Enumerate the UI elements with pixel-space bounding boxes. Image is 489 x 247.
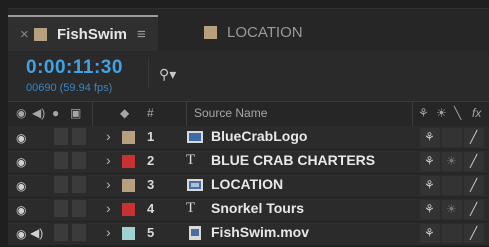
visibility-icon[interactable]: ◉ [16, 131, 26, 145]
label-column-icon[interactable]: ◆ [120, 106, 129, 120]
label-color-swatch[interactable] [122, 131, 135, 144]
eye-column-icon[interactable]: ◉ [16, 106, 26, 120]
composition-layer-icon [186, 176, 204, 194]
speaker-column-icon[interactable]: ◀) [32, 106, 45, 120]
chevron-right-icon[interactable]: › [106, 200, 111, 216]
shy-switch[interactable]: ⚘ [420, 224, 440, 243]
quality-switch[interactable]: ╱ [464, 152, 484, 171]
close-icon[interactable]: × [20, 26, 34, 43]
solo-toggle[interactable] [54, 176, 68, 193]
collapse-switch[interactable] [442, 128, 462, 147]
visibility-icon[interactable]: ◉ [16, 179, 26, 193]
visibility-icon[interactable]: ◉ [16, 227, 26, 241]
collapse-switch[interactable] [442, 224, 462, 243]
tab-location[interactable]: LOCATION [204, 17, 303, 47]
solo-toggle[interactable] [54, 224, 68, 241]
layer-column-headers: ◉ ◀) ● ▣ ◆ # Source Name ⚘ ☀ ╲ fx [8, 101, 489, 127]
quality-switch[interactable]: ╱ [464, 128, 484, 147]
shy-switch[interactable]: ⚘ [420, 128, 440, 147]
tab-title: FishSwim [57, 25, 128, 43]
tab-bar: × FishSwim ≡ LOCATION [8, 9, 489, 51]
source-name-column-header[interactable]: Source Name [194, 106, 267, 120]
solo-toggle[interactable] [54, 128, 68, 145]
frame-count-display: 00690 (59.94 fps) [26, 82, 113, 94]
current-time-display[interactable]: 0:00:11:30 [26, 57, 123, 79]
number-column-header[interactable]: # [147, 106, 154, 120]
panel-menu-icon[interactable]: ≡ [137, 26, 146, 43]
tab-title: LOCATION [227, 23, 303, 41]
layer-name[interactable]: BlueCrabLogo [211, 128, 307, 144]
visibility-icon[interactable]: ◉ [16, 155, 26, 169]
collapse-switch[interactable] [442, 176, 462, 195]
audio-icon[interactable]: ◀) [30, 226, 43, 240]
column-divider [92, 102, 93, 126]
lock-toggle[interactable] [72, 224, 86, 241]
window-frame: × FishSwim ≡ LOCATION 0:00:11:30 00690 (… [0, 0, 489, 246]
layer-number: 5 [147, 225, 155, 240]
timecode-row: 0:00:11:30 00690 (59.94 fps) ⚲▾ [8, 51, 489, 101]
lock-toggle[interactable] [72, 128, 86, 145]
label-color-swatch[interactable] [122, 179, 135, 192]
quality-column-icon[interactable]: ╲ [454, 106, 461, 120]
layer-name[interactable]: BLUE CRAB CHARTERS [211, 152, 375, 168]
visibility-icon[interactable]: ◉ [16, 203, 26, 217]
effects-column-icon[interactable]: fx [472, 106, 481, 120]
layer-number: 1 [147, 129, 155, 144]
search-input[interactable]: ⚲▾ [148, 59, 487, 89]
layer-name[interactable]: FishSwim.mov [211, 224, 309, 240]
shy-column-icon[interactable]: ⚘ [418, 106, 429, 120]
shy-switch[interactable]: ⚘ [420, 200, 440, 219]
search-icon: ⚲▾ [159, 66, 177, 82]
solo-toggle[interactable] [54, 152, 68, 169]
text-layer-icon: T [186, 152, 196, 168]
label-color-swatch[interactable] [122, 227, 135, 240]
lock-toggle[interactable] [72, 200, 86, 217]
tab-fishswim[interactable]: × FishSwim ≡ [8, 15, 158, 51]
tab-color-swatch [204, 25, 217, 39]
quality-switch[interactable]: ╱ [464, 224, 484, 243]
layer-row[interactable]: ◉ › 2 T BLUE CRAB CHARTERS ⚘ ☀ ╱ [8, 150, 489, 174]
solo-toggle[interactable] [54, 200, 68, 217]
label-color-swatch[interactable] [122, 203, 135, 216]
lock-toggle[interactable] [72, 152, 86, 169]
chevron-right-icon[interactable]: › [106, 152, 111, 168]
layer-number: 3 [147, 177, 155, 192]
footage-layer-icon [186, 224, 204, 242]
solo-column-icon[interactable]: ● [52, 106, 59, 120]
timeline-panel: × FishSwim ≡ LOCATION 0:00:11:30 00690 (… [8, 8, 489, 246]
column-divider [186, 102, 187, 126]
label-color-swatch[interactable] [122, 155, 135, 168]
column-divider [412, 102, 413, 126]
layer-name[interactable]: LOCATION [211, 176, 283, 192]
layer-row[interactable]: ◉ ◀) › 5 FishSwim.mov ⚘ ╱ [8, 222, 489, 246]
image-layer-icon [186, 128, 204, 146]
layer-number: 4 [147, 201, 155, 216]
collapse-switch[interactable]: ☀ [442, 152, 462, 171]
text-layer-icon: T [186, 200, 196, 216]
layer-name[interactable]: Snorkel Tours [211, 200, 304, 216]
shy-switch[interactable]: ⚘ [420, 176, 440, 195]
quality-switch[interactable]: ╱ [464, 200, 484, 219]
lock-toggle[interactable] [72, 176, 86, 193]
tab-color-swatch [34, 27, 47, 41]
chevron-right-icon[interactable]: › [106, 176, 111, 192]
chevron-right-icon[interactable]: › [106, 224, 111, 240]
layer-row[interactable]: ◉ › 3 LOCATION ⚘ ╱ [8, 174, 489, 198]
layer-number: 2 [147, 153, 155, 168]
layer-row[interactable]: ◉ › 1 BlueCrabLogo ⚘ ╱ [8, 126, 489, 150]
shy-switch[interactable]: ⚘ [420, 152, 440, 171]
collapse-switch[interactable]: ☀ [442, 200, 462, 219]
layer-row[interactable]: ◉ › 4 T Snorkel Tours ⚘ ☀ ╱ [8, 198, 489, 222]
collapse-column-icon[interactable]: ☀ [436, 106, 447, 120]
chevron-right-icon[interactable]: › [106, 128, 111, 144]
quality-switch[interactable]: ╱ [464, 176, 484, 195]
lock-column-icon[interactable]: ▣ [70, 106, 81, 120]
